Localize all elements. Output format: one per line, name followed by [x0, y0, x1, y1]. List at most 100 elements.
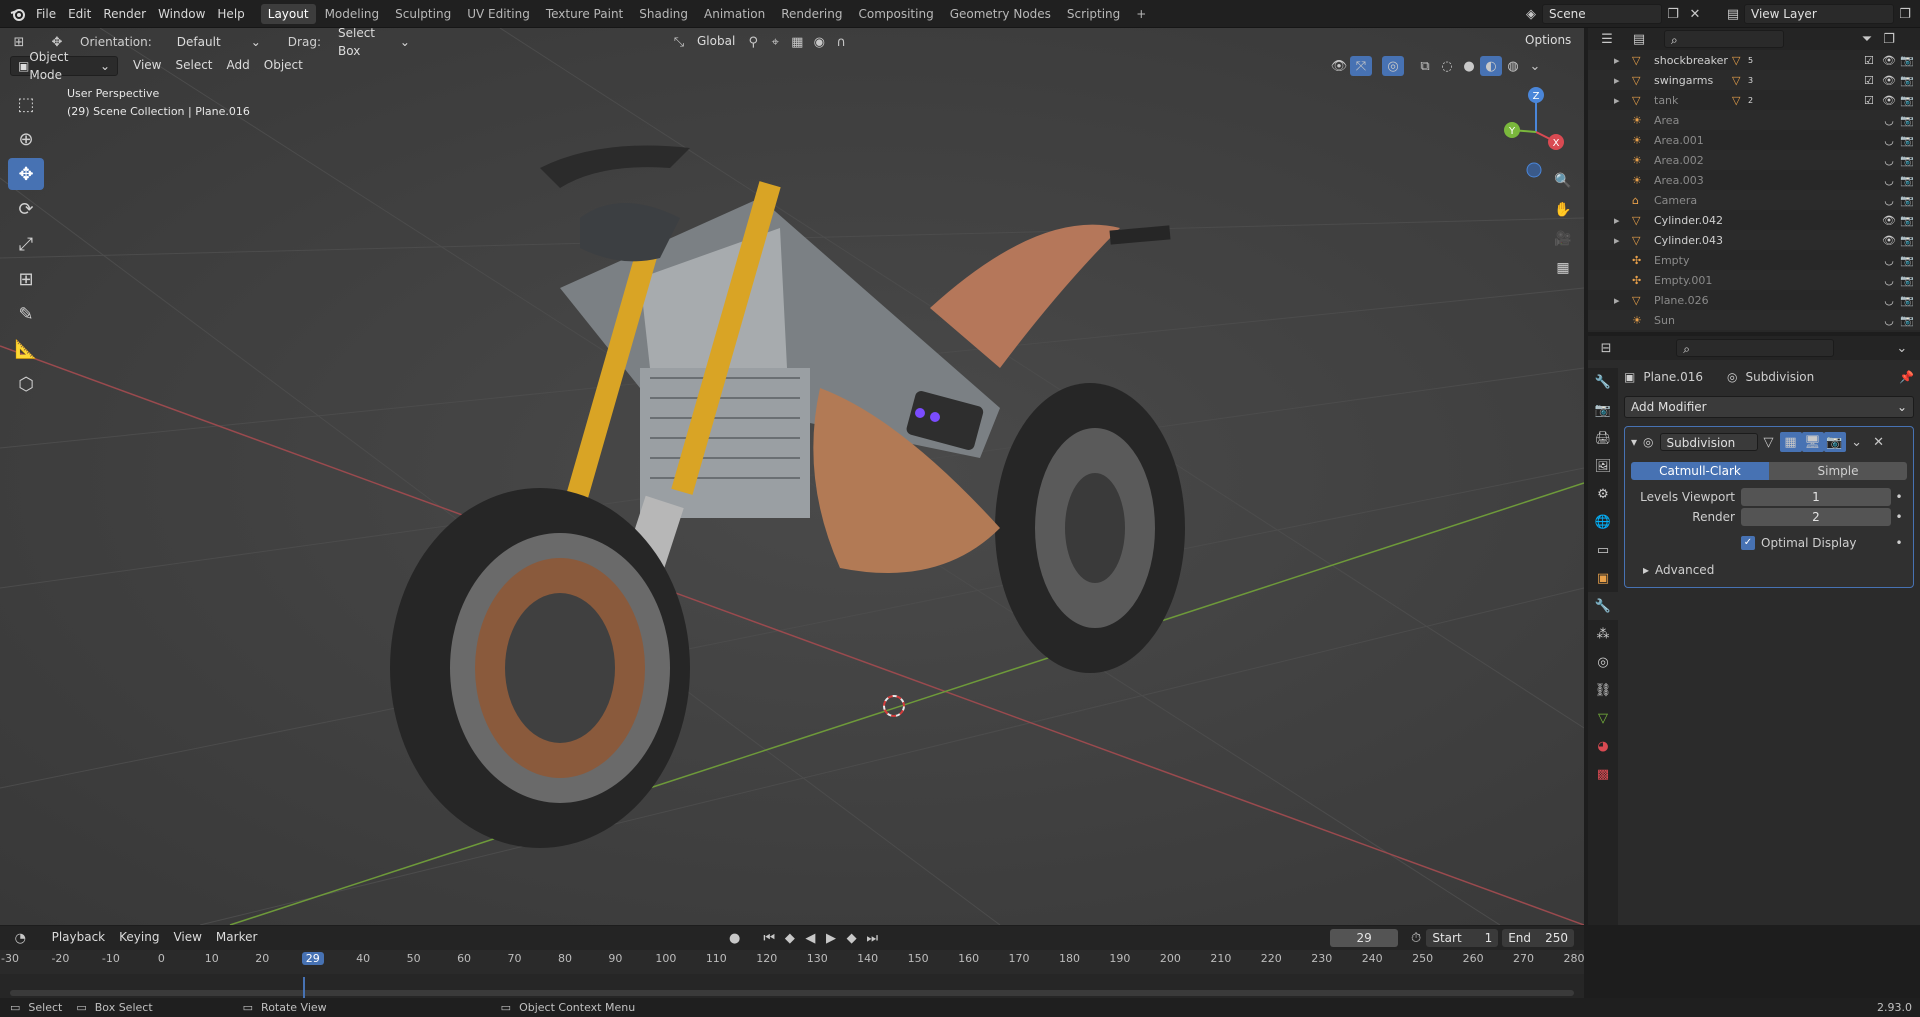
view-layer-icon[interactable]: ▤: [1722, 4, 1744, 24]
render-camera-icon[interactable]: 📷: [1898, 54, 1916, 67]
filter-icon[interactable]: ⏷: [1856, 29, 1878, 49]
expand-arrow-icon[interactable]: ▸: [1614, 94, 1628, 107]
exclude-checkbox[interactable]: ☑: [1864, 94, 1880, 107]
display-mode-icon[interactable]: ▤: [1628, 29, 1650, 49]
snap-icon[interactable]: ⌖: [764, 32, 786, 52]
menu-keying[interactable]: Keying: [112, 928, 166, 948]
rotate-tool-icon[interactable]: ⟳: [8, 193, 44, 225]
perspective-grid-icon[interactable]: ▦: [1550, 255, 1576, 281]
menu-file[interactable]: File: [30, 0, 62, 28]
3d-viewport[interactable]: ⊞ ✥ Orientation: Default ⌄ Drag: Select …: [0, 28, 1584, 925]
gizmo-toggle-icon[interactable]: ⤧: [1350, 56, 1372, 76]
jump-start-icon[interactable]: ⏮: [759, 928, 780, 948]
render-camera-icon[interactable]: 📷: [1898, 274, 1916, 287]
render-camera-icon[interactable]: 📷: [1898, 254, 1916, 267]
mode-dropdown[interactable]: ▣ Object Mode ⌄: [10, 50, 118, 82]
outliner-item[interactable]: ▸ ▽ shockbreaker ▽ 5 ☑ 👁 📷: [1588, 50, 1920, 70]
eye-icon[interactable]: 👁: [1880, 54, 1898, 67]
tool-tab-icon[interactable]: 🔧: [1588, 368, 1618, 396]
render-tab-icon[interactable]: 📷: [1588, 396, 1618, 424]
menu-playback[interactable]: Playback: [45, 928, 113, 948]
keyframe-dot-icon[interactable]: •: [1891, 510, 1907, 524]
outliner-item[interactable]: ☀ Area.001 ◡ 📷: [1588, 130, 1920, 150]
timeline-ruler[interactable]: -30 -20 -10 0 10 20 29 40 50 60 70 80 90 100 110 120 130…: [0, 950, 1585, 998]
keyframe-dot-icon[interactable]: •: [1891, 536, 1907, 550]
visibility-eye-icon[interactable]: 👁: [1328, 56, 1350, 76]
modifier-tab-icon[interactable]: 🔧: [1588, 592, 1618, 620]
eye-icon[interactable]: 👁: [1880, 214, 1898, 227]
play-reverse-icon[interactable]: ◀: [800, 928, 821, 948]
add-cube-tool-icon[interactable]: ⬡: [8, 368, 44, 400]
exclude-checkbox[interactable]: ☑: [1864, 74, 1880, 87]
blender-logo-icon[interactable]: [6, 4, 30, 24]
outliner-item[interactable]: ⌂ Camera ◡ 📷: [1588, 190, 1920, 210]
render-display-icon[interactable]: 📷: [1823, 432, 1846, 452]
playhead-line[interactable]: [303, 977, 305, 998]
eye-icon[interactable]: 👁: [1880, 234, 1898, 247]
eye-closed-icon[interactable]: ◡: [1880, 134, 1898, 147]
physics-tab-icon[interactable]: ◎: [1588, 648, 1618, 676]
collection-tab-icon[interactable]: ▭: [1588, 536, 1618, 564]
chevron-down-icon[interactable]: ⌄: [1892, 338, 1912, 358]
prev-keyframe-icon[interactable]: ◆: [780, 928, 801, 948]
eye-icon[interactable]: 👁: [1880, 94, 1898, 107]
render-camera-icon[interactable]: 📷: [1898, 294, 1916, 307]
simple-option[interactable]: Simple: [1769, 462, 1907, 480]
menu-help[interactable]: Help: [211, 0, 250, 28]
editor-type-icon[interactable]: ⊞: [8, 32, 30, 52]
exclude-checkbox[interactable]: ☑: [1864, 54, 1880, 67]
outliner-item[interactable]: ✣ Empty.001 ◡ 📷: [1588, 270, 1920, 290]
zoom-icon[interactable]: 🔍: [1550, 168, 1576, 194]
eye-closed-icon[interactable]: ◡: [1880, 254, 1898, 267]
eye-closed-icon[interactable]: ◡: [1880, 174, 1898, 187]
add-modifier-button[interactable]: Add Modifier ⌄: [1624, 396, 1914, 418]
outliner-item[interactable]: ☀ Area ◡ 📷: [1588, 110, 1920, 130]
overlay-toggle-icon[interactable]: ◎: [1382, 56, 1404, 76]
tab-rendering[interactable]: Rendering: [774, 4, 849, 24]
tab-sculpting[interactable]: Sculpting: [388, 4, 458, 24]
timeline-scrollbar[interactable]: [10, 990, 1574, 996]
scene-field[interactable]: Scene: [1542, 4, 1662, 24]
render-camera-icon[interactable]: 📷: [1898, 174, 1916, 187]
render-camera-icon[interactable]: 📷: [1898, 154, 1916, 167]
render-camera-icon[interactable]: 📷: [1898, 114, 1916, 127]
menu-view[interactable]: View: [126, 56, 168, 76]
output-tab-icon[interactable]: 🖨: [1588, 424, 1618, 452]
world-tab-icon[interactable]: 🌐: [1588, 508, 1618, 536]
tab-uv-editing[interactable]: UV Editing: [460, 4, 537, 24]
move-tool-icon[interactable]: ✥: [8, 158, 44, 190]
eye-closed-icon[interactable]: ◡: [1880, 154, 1898, 167]
transform-orientation-dropdown[interactable]: Global: [690, 32, 742, 52]
add-workspace-button[interactable]: +: [1129, 4, 1153, 24]
render-camera-icon[interactable]: 📷: [1898, 134, 1916, 147]
properties-search-input[interactable]: ⌕: [1676, 339, 1834, 357]
close-icon[interactable]: ✕: [1868, 432, 1890, 452]
menu-window[interactable]: Window: [152, 0, 211, 28]
outliner-item[interactable]: ✣ Empty ◡ 📷: [1588, 250, 1920, 270]
drag-dropdown[interactable]: Select Box ⌄: [331, 28, 417, 58]
render-camera-icon[interactable]: 📷: [1898, 314, 1916, 327]
new-view-layer-icon[interactable]: ❐: [1894, 4, 1916, 24]
measure-tool-icon[interactable]: 📐: [8, 333, 44, 365]
constraints-tab-icon[interactable]: ⛓: [1588, 676, 1618, 704]
eye-closed-icon[interactable]: ◡: [1880, 294, 1898, 307]
menu-add[interactable]: Add: [220, 56, 257, 76]
expand-arrow-icon[interactable]: ▸: [1614, 234, 1628, 247]
xray-toggle-icon[interactable]: ⧉: [1414, 56, 1436, 76]
edit-mode-icon[interactable]: ▦: [1779, 432, 1802, 452]
outliner-item[interactable]: ▸ ▽ Plane.026 ◡ 📷: [1588, 290, 1920, 310]
menu-view[interactable]: View: [166, 928, 208, 948]
tab-modeling[interactable]: Modeling: [318, 4, 387, 24]
expand-arrow-icon[interactable]: ▸: [1614, 214, 1628, 227]
start-frame-field[interactable]: Start 1: [1426, 929, 1499, 947]
play-icon[interactable]: ▶: [821, 928, 842, 948]
record-icon[interactable]: ●: [724, 928, 745, 948]
pan-hand-icon[interactable]: ✋: [1550, 197, 1576, 223]
delete-view-layer-icon[interactable]: ✕: [1916, 4, 1920, 24]
snap-target-icon[interactable]: ▦: [786, 32, 808, 52]
outliner-item[interactable]: ▸ ▽ swingarms ▽ 3 ☑ 👁 📷: [1588, 70, 1920, 90]
scene-icon[interactable]: ◈: [1520, 4, 1542, 24]
tab-layout[interactable]: Layout: [260, 3, 316, 24]
current-frame-marker[interactable]: 29: [301, 952, 324, 965]
eye-closed-icon[interactable]: ◡: [1880, 194, 1898, 207]
